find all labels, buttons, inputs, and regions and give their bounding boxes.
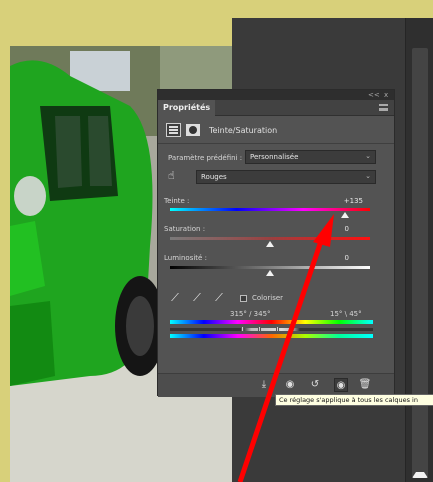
annotation-arrow <box>237 214 334 482</box>
